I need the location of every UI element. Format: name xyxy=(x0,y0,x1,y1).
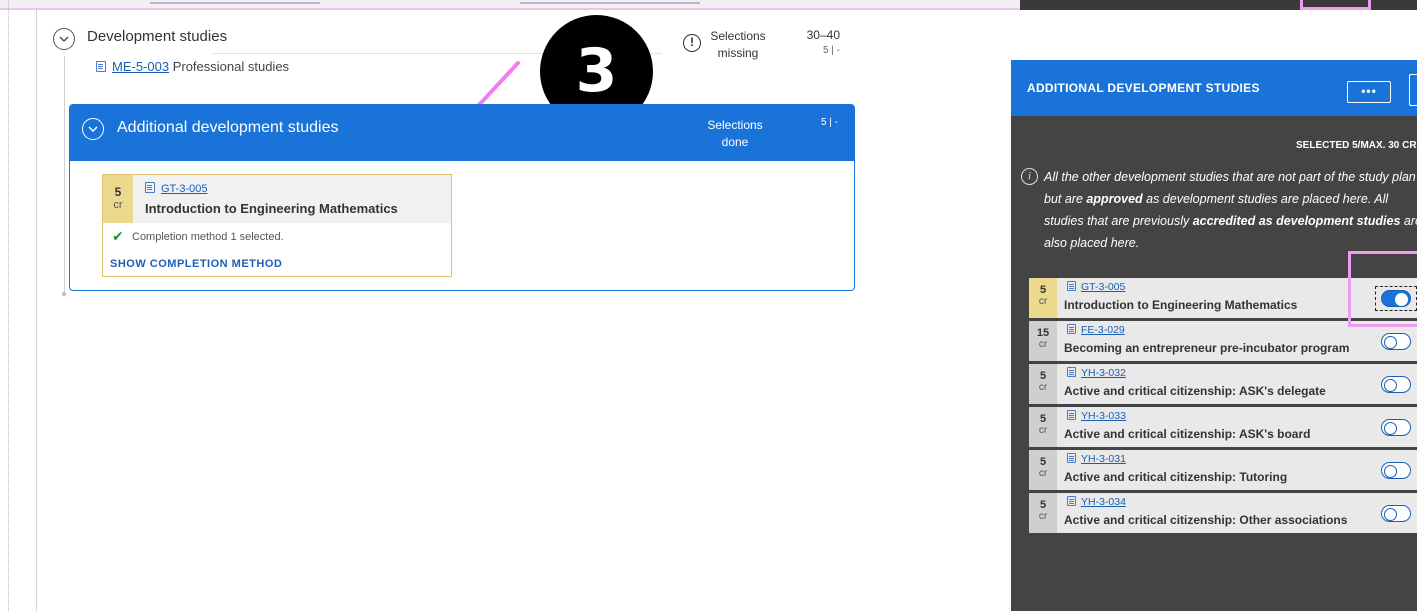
professional-studies-item: ME-5-003 Professional studies xyxy=(96,59,289,74)
course-name: Introduction to Engineering Mathematics xyxy=(145,201,398,216)
left-divider xyxy=(8,0,9,611)
panel-title: ADDITIONAL DEVELOPMENT STUDIES xyxy=(1027,81,1260,95)
professional-studies-name: Professional studies xyxy=(172,59,290,74)
course-code-link[interactable]: GT-3-005 xyxy=(1081,281,1125,293)
document-icon xyxy=(1067,410,1076,420)
additional-studies-panel: ADDITIONAL DEVELOPMENT STUDIES ••• SELEC… xyxy=(1011,60,1417,611)
highlight-box xyxy=(1300,0,1371,10)
selection-toggle[interactable] xyxy=(1381,462,1411,479)
course-code-link[interactable]: FE-3-029 xyxy=(1081,324,1125,336)
selection-toggle[interactable] xyxy=(1381,419,1411,436)
course-name: Active and critical citizenship: Tutorin… xyxy=(1064,470,1288,484)
close-panel-button[interactable] xyxy=(1409,74,1417,106)
course-name: Active and critical citizenship: ASK's d… xyxy=(1064,384,1326,398)
credit-selected-count: 5 | - xyxy=(822,45,840,56)
course-code-link[interactable]: GT-3-005 xyxy=(161,183,207,195)
credit-badge: 5 cr xyxy=(1029,364,1057,404)
tree-branch-end xyxy=(62,292,66,296)
tree-line xyxy=(36,10,37,611)
selection-toggle[interactable] xyxy=(1381,505,1411,522)
selected-credits-label: SELECTED 5/MAX. 30 CR xyxy=(1296,140,1417,151)
additional-studies-section: Additional development studies Selection… xyxy=(69,104,855,291)
document-icon xyxy=(1067,281,1076,291)
selection-toggle[interactable] xyxy=(1381,333,1411,350)
show-completion-method-link[interactable]: SHOW COMPLETION METHOD xyxy=(110,258,282,270)
collapse-chevron-icon[interactable] xyxy=(82,118,104,140)
collapse-chevron-icon[interactable] xyxy=(53,28,75,50)
course-row: 5 cr YH-3-031 Active and critical citizen… xyxy=(1029,450,1417,490)
completion-status: Completion method 1 selected. xyxy=(132,231,284,243)
course-code-link[interactable]: YH-3-032 xyxy=(1081,367,1126,379)
selections-done-status: Selections done xyxy=(707,118,763,149)
warning-info-icon: ! xyxy=(683,34,701,52)
panel-info-note: All the other development studies that a… xyxy=(1044,170,1417,250)
tree-branch-line xyxy=(64,56,65,296)
credit-badge: 15 cr xyxy=(1029,321,1057,361)
highlight-box xyxy=(1348,251,1417,327)
credit-selected-count: 5 | - xyxy=(820,117,838,128)
panel-header: ADDITIONAL DEVELOPMENT STUDIES ••• xyxy=(1011,60,1417,116)
credit-badge: 5 cr xyxy=(1029,493,1057,533)
course-name: Becoming an entrepreneur pre-incubator p… xyxy=(1064,341,1350,355)
document-icon xyxy=(1067,324,1076,334)
development-studies-title: Development studies xyxy=(87,28,228,45)
document-icon xyxy=(96,61,106,72)
course-row: 5 cr YH-3-033 Active and critical citizen… xyxy=(1029,407,1417,447)
document-icon xyxy=(1067,367,1076,377)
course-name: Active and critical citizenship: Other a… xyxy=(1064,513,1348,527)
credit-badge: 5 cr xyxy=(1029,450,1057,490)
course-code-link[interactable]: YH-3-034 xyxy=(1081,496,1126,508)
credit-badge: 5 cr xyxy=(1029,278,1057,318)
document-icon xyxy=(1067,496,1076,506)
course-row: 5 cr YH-3-034 Active and critical citizen… xyxy=(1029,493,1417,533)
additional-studies-title: Additional development studies xyxy=(117,119,339,136)
selection-toggle[interactable] xyxy=(1381,376,1411,393)
document-icon xyxy=(1067,453,1076,463)
course-row: 5 cr YH-3-032 Active and critical citizen… xyxy=(1029,364,1417,404)
additional-studies-header[interactable]: Additional development studies Selection… xyxy=(70,105,854,161)
course-code-link[interactable]: YH-3-031 xyxy=(1081,453,1126,465)
credit-badge: 5 cr xyxy=(103,175,133,223)
checkmark-icon: ✔ xyxy=(112,228,124,244)
more-options-button[interactable]: ••• xyxy=(1347,81,1391,103)
course-row: 15 cr FE-3-029 Becoming an entrepreneur p… xyxy=(1029,321,1417,361)
document-icon xyxy=(145,182,155,193)
selected-course-card: 5 cr GT-3-005 Introduction to Engineerin… xyxy=(102,174,452,277)
selections-missing-status: Selections missing xyxy=(710,29,766,60)
info-icon: i xyxy=(1021,168,1038,185)
credit-range: 30–40 xyxy=(806,28,840,42)
previous-section-strip xyxy=(0,0,1020,10)
credit-badge: 5 cr xyxy=(1029,407,1057,447)
course-name: Active and critical citizenship: ASK's b… xyxy=(1064,427,1311,441)
course-name: Introduction to Engineering Mathematics xyxy=(1064,298,1298,312)
course-code-link[interactable]: YH-3-033 xyxy=(1081,410,1126,422)
professional-studies-code-link[interactable]: ME-5-003 xyxy=(112,59,169,74)
